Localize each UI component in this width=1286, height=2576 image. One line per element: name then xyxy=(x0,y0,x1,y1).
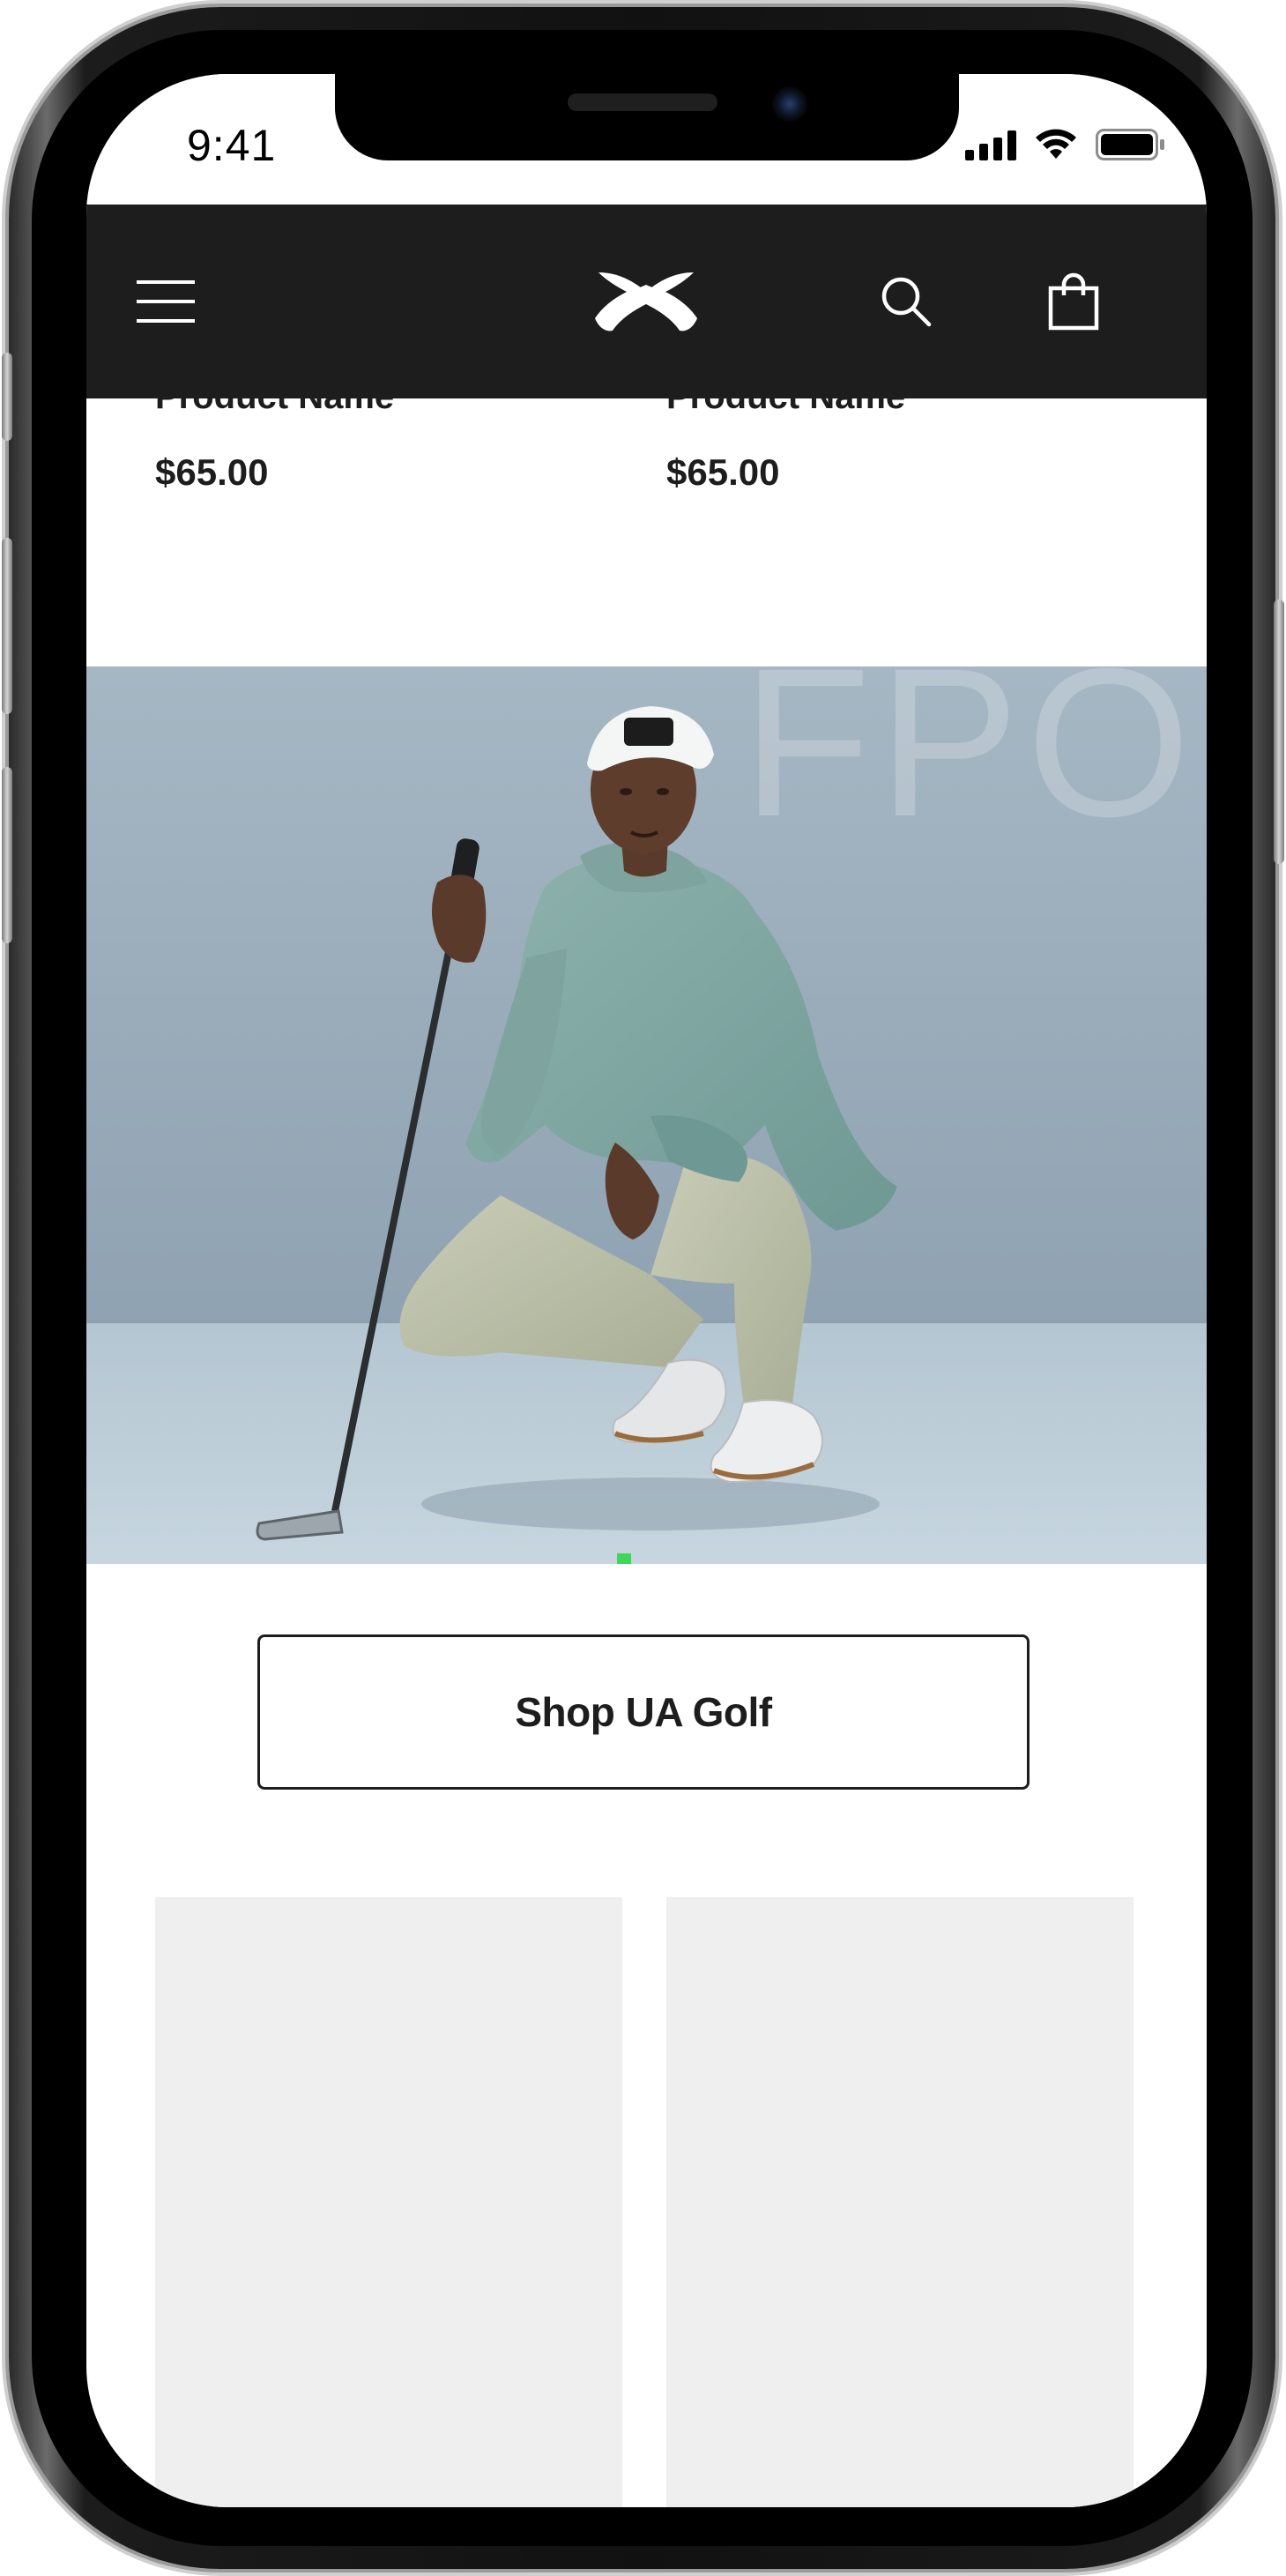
search-icon xyxy=(881,277,932,327)
power-button xyxy=(1274,599,1284,864)
menu-button[interactable] xyxy=(122,257,210,346)
volume-up-button xyxy=(2,538,12,714)
logo-link[interactable] xyxy=(580,253,712,350)
mute-switch xyxy=(2,353,12,441)
product-image-placeholder[interactable] xyxy=(155,1897,622,2507)
fpo-watermark: FPO xyxy=(741,666,1198,860)
search-button[interactable] xyxy=(862,257,950,346)
battery-icon xyxy=(1096,129,1164,160)
shopping-bag-icon xyxy=(1048,272,1099,331)
volume-down-button xyxy=(2,767,12,943)
phone-screen: 9:41 $65.00 $65.00 FPO Shop UA Golf xyxy=(86,74,1207,2507)
cellular-signal-icon xyxy=(965,130,1016,160)
product-image-placeholder[interactable] xyxy=(666,1897,1134,2507)
earpiece-speaker xyxy=(568,93,717,111)
front-camera xyxy=(772,86,807,122)
shopping-bag-button[interactable] xyxy=(1030,253,1118,350)
product-price: $65.00 xyxy=(155,451,269,493)
notch xyxy=(335,74,959,160)
wifi-icon xyxy=(1036,129,1076,159)
shop-ua-golf-button[interactable]: Shop UA Golf xyxy=(257,1634,1030,1790)
hero-image[interactable]: FPO xyxy=(86,666,1207,1564)
status-time: 9:41 xyxy=(187,121,277,170)
hamburger-menu-icon xyxy=(137,280,195,323)
product-row: Product Name $65.00 Product Name $65.00 xyxy=(86,377,1207,540)
under-armour-logo xyxy=(595,272,697,331)
product-price: $65.00 xyxy=(666,451,780,493)
status-icons xyxy=(965,129,1166,160)
nav-bar xyxy=(86,205,1207,398)
